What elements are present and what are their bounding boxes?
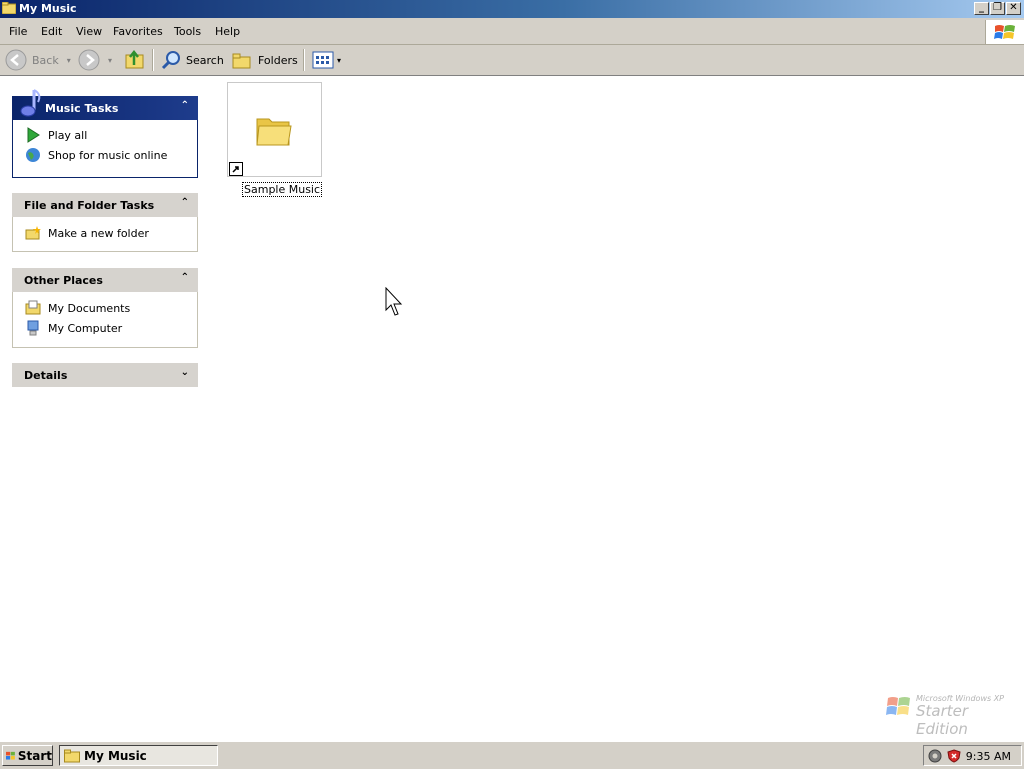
- folders-label: Folders: [258, 53, 298, 67]
- taskbar-button-label: My Music: [84, 748, 147, 763]
- toolbar-separator: [152, 49, 154, 71]
- watermark-line2: Starter Edition: [916, 702, 969, 738]
- menu-bar: File Edit View Favorites Tools Help: [0, 18, 1024, 45]
- details-header[interactable]: Details ⌄: [12, 363, 198, 387]
- sample-music-thumbnail[interactable]: [227, 82, 322, 177]
- play-all-link[interactable]: Play all: [25, 126, 87, 144]
- details-panel: Details ⌄: [12, 363, 198, 387]
- toolbar-separator: [303, 49, 305, 71]
- sample-music-label[interactable]: Sample Music: [242, 182, 323, 197]
- back-dropdown-icon[interactable]: ▾: [67, 56, 71, 65]
- start-button[interactable]: Start: [2, 745, 53, 766]
- forward-arrow-icon: [78, 49, 100, 71]
- other-places-title: Other Places: [24, 274, 103, 287]
- folders-icon: [232, 53, 251, 69]
- file-folder-tasks-header[interactable]: File and Folder Tasks ⌃: [12, 193, 198, 217]
- window-title: My Music: [19, 2, 77, 15]
- back-button[interactable]: Back ▾: [5, 49, 71, 71]
- menu-favorites[interactable]: Favorites: [113, 25, 163, 38]
- menu-help[interactable]: Help: [215, 25, 240, 38]
- menu-edit[interactable]: Edit: [41, 25, 62, 38]
- up-folder-button[interactable]: [124, 49, 146, 71]
- shop-music-label: Shop for music online: [48, 148, 168, 162]
- my-computer-label: My Computer: [48, 321, 123, 335]
- starter-edition-watermark: Microsoft Windows XP Starter Edition: [886, 692, 1012, 738]
- windows-flag-icon: [6, 751, 15, 760]
- music-tasks-panel: Music Tasks ⌃ Play all Shop for music on…: [12, 89, 198, 178]
- other-places-panel: Other Places ⌃ My Documents My Computer: [12, 268, 198, 348]
- shortcut-arrow-icon: [229, 162, 243, 176]
- my-documents-link[interactable]: My Documents: [25, 299, 130, 317]
- close-button[interactable]: ✕: [1006, 2, 1021, 15]
- up-folder-icon: [125, 49, 144, 69]
- network-icon[interactable]: [928, 749, 942, 763]
- music-note-icon: [20, 89, 41, 117]
- new-folder-icon: [25, 226, 41, 240]
- file-folder-tasks-title: File and Folder Tasks: [24, 199, 155, 212]
- forward-dropdown-icon[interactable]: ▾: [108, 56, 112, 65]
- minimize-button[interactable]: _: [974, 2, 989, 15]
- views-button[interactable]: ▾: [312, 49, 341, 71]
- folders-button[interactable]: Folders: [231, 49, 298, 71]
- my-documents-label: My Documents: [48, 301, 131, 315]
- collapse-chevron-icon[interactable]: ⌃: [181, 100, 189, 111]
- taskbar-button-my-music[interactable]: My Music: [59, 745, 218, 766]
- system-tray: 9:35 AM: [923, 745, 1022, 766]
- search-button[interactable]: Search: [160, 49, 224, 71]
- windows-flag-icon: [985, 20, 1024, 44]
- details-title: Details: [24, 369, 68, 382]
- menu-view[interactable]: View: [76, 25, 102, 38]
- folder-icon: [256, 118, 292, 146]
- play-icon: [27, 127, 40, 143]
- start-label: Start: [17, 748, 52, 763]
- search-label: Search: [186, 53, 224, 67]
- search-icon: [161, 51, 180, 70]
- folder-music-icon: [64, 749, 80, 762]
- back-arrow-icon: [5, 49, 27, 71]
- folder-music-icon: [2, 2, 16, 14]
- title-bar[interactable]: My Music _ ❐ ✕: [0, 0, 1024, 18]
- music-tasks-title: Music Tasks: [45, 102, 119, 115]
- taskbar: Start My Music 9:35 AM: [0, 741, 1024, 769]
- my-computer-link[interactable]: My Computer: [25, 319, 122, 337]
- back-label: Back: [32, 53, 59, 67]
- play-all-label: Play all: [48, 128, 88, 142]
- menu-file[interactable]: File: [9, 25, 27, 38]
- make-new-folder-label: Make a new folder: [48, 226, 149, 240]
- menu-tools[interactable]: Tools: [174, 25, 201, 38]
- security-shield-icon[interactable]: [947, 748, 961, 763]
- music-tasks-header[interactable]: Music Tasks ⌃: [12, 89, 198, 120]
- globe-icon: [26, 148, 40, 162]
- collapse-chevron-icon[interactable]: ⌃: [181, 272, 189, 283]
- other-places-header[interactable]: Other Places ⌃: [12, 268, 198, 292]
- clock[interactable]: 9:35 AM: [966, 750, 1011, 763]
- forward-button[interactable]: ▾: [78, 49, 112, 71]
- restore-button[interactable]: ❐: [990, 2, 1005, 15]
- documents-icon: [25, 300, 41, 315]
- views-dropdown-icon[interactable]: ▾: [337, 56, 341, 65]
- make-new-folder-link[interactable]: Make a new folder: [25, 224, 149, 242]
- shop-music-link[interactable]: Shop for music online: [25, 146, 167, 164]
- computer-icon: [27, 320, 39, 336]
- mouse-cursor-icon: [385, 287, 403, 316]
- collapse-chevron-icon[interactable]: ⌃: [181, 197, 189, 208]
- views-icon: [312, 51, 334, 69]
- expand-chevron-icon[interactable]: ⌄: [181, 367, 189, 378]
- file-folder-tasks-panel: File and Folder Tasks ⌃ Make a new folde…: [12, 193, 198, 252]
- windows-flag-icon: [886, 697, 910, 715]
- toolbar: Back ▾ ▾ Search Folders ▾: [0, 45, 1024, 76]
